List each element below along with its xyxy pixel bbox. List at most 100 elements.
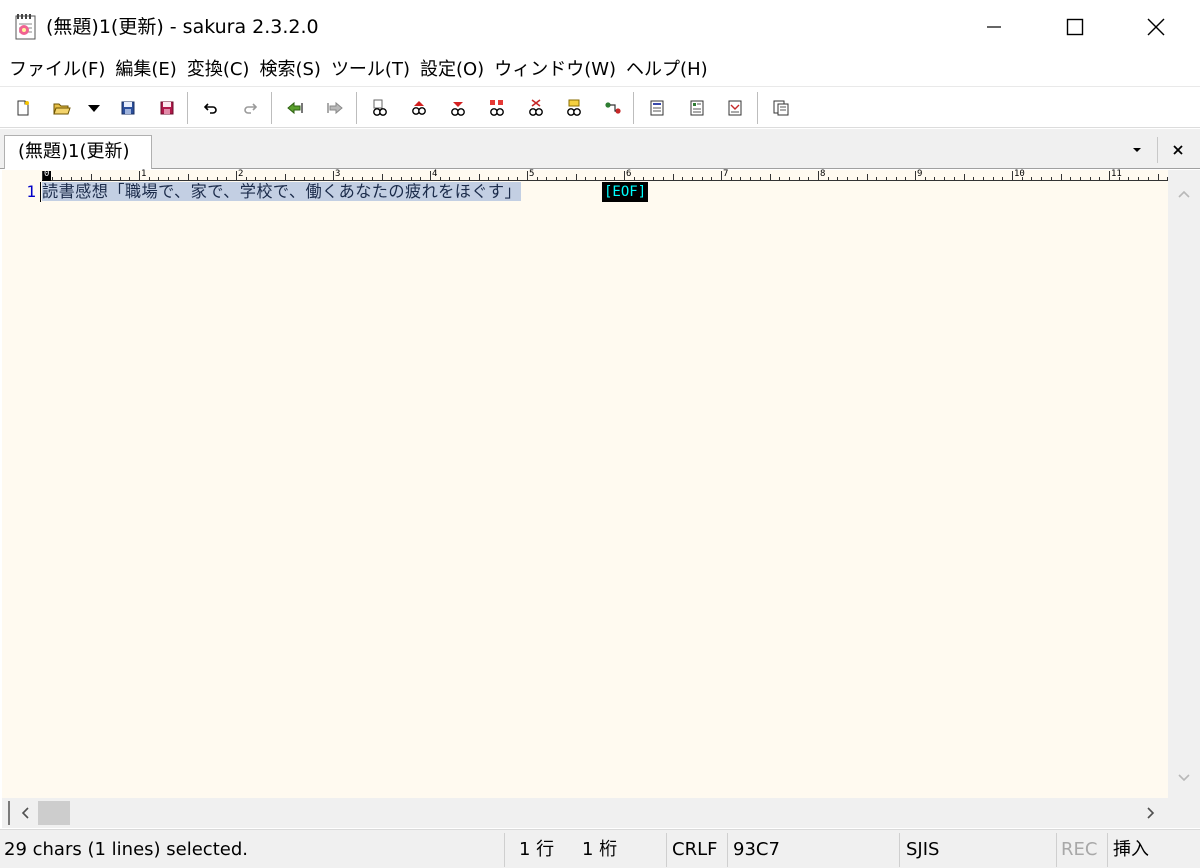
ruler-tick [672,174,674,180]
sakura-app-icon[interactable] [14,13,38,41]
find-button[interactable] [368,96,392,120]
settings-panel-button[interactable] [769,96,793,120]
status-insert-mode[interactable]: 挿入 [1113,830,1149,868]
outline-icon [650,100,664,116]
selected-text[interactable]: 読書感想「職場で、家で、学校で、働くあなたの疲れをほぐす」 [42,182,522,201]
dropdown-arrow-icon [88,105,100,112]
grep-replace-button[interactable] [562,96,586,120]
ruler-tick [430,171,431,180]
tab-bar: (無題)1(更新) [0,129,1200,169]
close-window-button[interactable] [1129,0,1183,54]
save-as-button[interactable] [155,96,179,120]
view-mode-button[interactable] [685,96,709,120]
scroll-left-button[interactable] [10,798,40,828]
ruler-tick [51,177,53,180]
chevron-down-icon [1133,148,1141,152]
status-separator [666,833,667,867]
text-editor-area[interactable]: 0 1 2 3 4 5 6 7 8 9 10 11 1 読書感想「職場で、家で、学校で、働くあなたの疲… [2,169,1169,798]
find-previous-button[interactable] [407,96,431,120]
scroll-down-button[interactable] [1168,758,1200,798]
editor-line-1[interactable]: 読書感想「職場で、家で、学校で、働くあなたの疲れをほぐす」 [42,182,522,202]
ruler-tick [168,177,170,180]
close-tab-button[interactable] [1167,137,1189,163]
vertical-scrollbar[interactable] [1168,170,1200,798]
menu-edit[interactable]: 編集(E) [110,57,181,83]
ruler-number: 1 [141,169,147,179]
ruler-tick [177,177,179,180]
ruler-tick [468,177,470,180]
jump-forward-button[interactable] [323,96,347,120]
scroll-up-button[interactable] [1168,174,1200,214]
ruler-tick [80,177,82,180]
horizontal-scroll-thumb[interactable] [38,801,70,825]
ruler-tick [963,174,965,180]
ruler-tick [1079,177,1081,180]
menu-search[interactable]: 検索(S) [254,57,325,83]
jump-back-button[interactable] [283,96,307,120]
jump-forward-icon [327,101,343,115]
ruler-tick [1099,177,1101,180]
ruler-tick [1138,177,1140,180]
grep-button[interactable] [524,96,548,120]
menu-help[interactable]: ヘルプ(H) [621,57,713,83]
ruler-number: 6 [626,169,632,179]
ruler-number: 9 [917,169,923,179]
ruler-tick [934,177,936,180]
ruler-tick [313,177,315,180]
menu-window[interactable]: ウィンドウ(W) [489,57,621,83]
ruler-tick [187,174,189,180]
status-char-code: 93C7 [733,839,780,860]
ruler-tick [488,177,490,180]
menu-tools[interactable]: ツール(T) [326,57,415,83]
status-newline[interactable]: CRLF [672,830,717,868]
compare-icon [728,100,742,116]
ruler-number: 2 [238,169,244,179]
open-file-button[interactable] [50,96,74,120]
ruler-tick [798,177,800,180]
save-button[interactable] [116,96,140,120]
status-bar: 29 chars (1 lines) selected. 1 行 1 桁 CRL… [0,829,1200,868]
scroll-right-button[interactable] [1136,798,1166,828]
status-separator [1107,833,1108,867]
minimize-icon [987,26,1001,28]
ruler-tick [1002,177,1004,180]
menu-convert[interactable]: 変換(C) [182,57,255,83]
ruler-tick [556,177,558,180]
menu-settings[interactable]: 設定(O) [415,57,489,83]
ruler-tick [381,174,383,180]
maximize-button[interactable] [1048,0,1102,54]
ruler-tick [507,177,509,180]
ruler-tick [624,171,625,180]
ruler-tick [575,174,577,180]
compare-button[interactable] [723,96,747,120]
ruler-tick [1031,177,1033,180]
tab-untitled-1[interactable]: (無題)1(更新) [4,135,152,169]
ruler-tick [129,177,131,180]
redo-button[interactable] [238,96,262,120]
ruler-tick [779,177,781,180]
replace-button[interactable] [485,96,509,120]
ruler-tick [837,177,839,180]
undo-button[interactable] [199,96,223,120]
tab-control-separator [1157,137,1158,163]
find-next-button[interactable] [446,96,470,120]
outline-button[interactable] [645,96,669,120]
menu-file[interactable]: ファイル(F) [4,57,110,83]
tab-list-button[interactable] [1126,137,1148,163]
ruler-tick [109,177,111,180]
tag-jump-button[interactable] [601,96,625,120]
menu-bar: ファイル(F) 編集(E) 変換(C) 検索(S) ツール(T) 設定(O) ウ… [0,55,1200,85]
ruler-tick [915,171,916,180]
ruler-tick [769,174,771,180]
minimize-button[interactable] [967,0,1021,54]
ruler-tick [71,177,73,180]
horizontal-scrollbar[interactable] [2,798,1200,828]
ruler-tick [982,177,984,180]
ruler-tick [944,177,946,180]
status-encoding[interactable]: SJIS [906,830,939,868]
tag-jump-icon [605,102,621,114]
new-file-button[interactable] [11,96,35,120]
ruler-tick [245,177,247,180]
ruler-tick [352,177,354,180]
open-history-dropdown[interactable] [82,96,106,120]
